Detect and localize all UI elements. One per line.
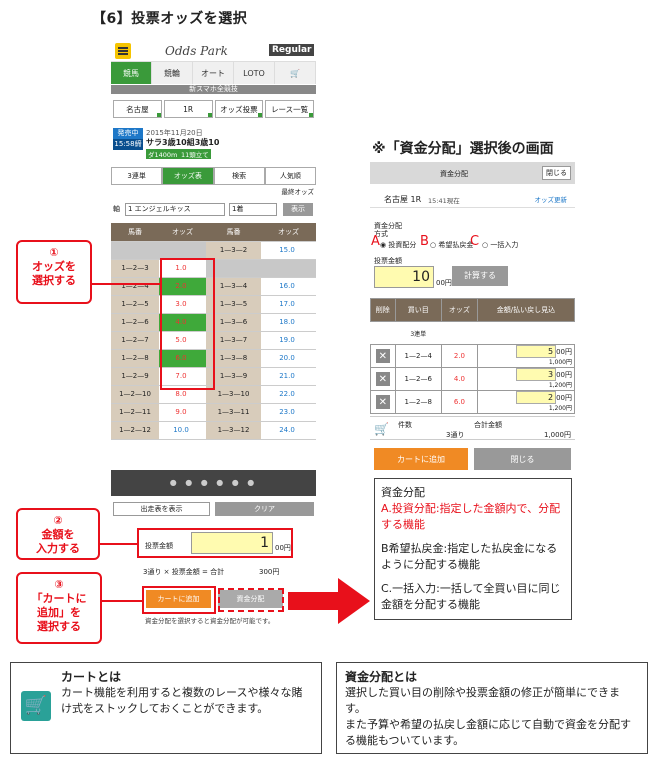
cart-icon: 🛒 (21, 691, 51, 721)
table-row: 1—2—12 10.0 1—3—12 24.0 (111, 421, 316, 440)
bets-table: 削除 買い目 オッズ 金額/払い戻し見込 3連単 ✕ 1—2—4 2.0 5 00円 1,000… (370, 298, 576, 414)
table-row: ✕ 1—2—4 2.0 5 00円 1,000円 (370, 344, 576, 368)
race-distance: ダ1400m (146, 149, 180, 159)
app-header: Odds Park Regular (111, 40, 316, 62)
tab-popular[interactable]: 人気順 (264, 167, 316, 185)
close-top-button[interactable]: 閉じる (542, 166, 571, 180)
tab-bettype[interactable]: 3連単 (111, 167, 163, 185)
odds-nav: 3連単 オッズ表 検索 人気順 (111, 167, 316, 185)
menu-icon[interactable] (115, 43, 131, 59)
bet-amount-input[interactable]: 2 (516, 391, 557, 404)
delete-icon[interactable]: ✕ (375, 349, 390, 363)
entries-button[interactable]: 出走表を表示 (113, 502, 210, 516)
distribution-explanation: 資金分配 A.投資分配:指定した金額内で、分配する機能 B希望払戻金:指定した払… (374, 478, 572, 620)
amount-highlight (137, 528, 293, 558)
show-button[interactable]: 表示 (283, 203, 313, 216)
dist-close-button[interactable]: 閉じる (474, 448, 571, 470)
nav-loto[interactable]: LOTO (234, 62, 275, 84)
radio-payout[interactable]: ○ 希望払戻金 (430, 240, 473, 250)
tab-race-list[interactable]: レース一覧 (265, 100, 314, 118)
connector-line (102, 600, 144, 602)
nav-keirin[interactable]: 競輪 (152, 62, 193, 84)
dist-add-cart-button[interactable]: カートに追加 (374, 448, 468, 470)
calculate-button[interactable]: 計算する (452, 266, 508, 286)
cart-note: 🛒 カートとは カート機能を利用すると複数のレースや様々な賭け式をストックしてお… (10, 662, 322, 754)
distribute-highlight (218, 588, 284, 612)
callout-add-cart: ③ 「カートに 追加」を 選択する (16, 572, 102, 644)
bet-amount-input[interactable]: 3 (516, 368, 557, 381)
app-logo: Odds Park (165, 44, 228, 58)
dist-amount-input[interactable]: 10 (374, 266, 434, 288)
connector-line (100, 543, 138, 545)
radio-bulk[interactable]: ○ 一括入力 (482, 240, 518, 250)
table-row: 1—3—2 15.0 (111, 241, 316, 260)
dist-race-bar: 名古屋 1R 15:41現在 オッズ更新 (370, 188, 575, 208)
amount-unit: 00円 (436, 279, 452, 287)
callout-select-odds: ① オッズを 選択する (16, 240, 92, 304)
race-tabs: 名古屋 1R オッズ投票 レース一覧 (113, 100, 314, 118)
summary-bar: 🛒 件数 3通り 合計金額 1,000円 (370, 416, 575, 440)
dist-header: 資金分配 閉じる (370, 162, 575, 184)
delete-icon[interactable]: ✕ (375, 395, 390, 409)
tab-race[interactable]: 1R (163, 100, 213, 118)
arrow-right-icon (288, 578, 370, 624)
position-select[interactable]: 1着 (229, 203, 277, 216)
total-value: 300円 (259, 568, 280, 576)
final-odds-label: 最終オッズ (281, 188, 315, 196)
callout-enter-amount: ② 金額を 入力する (16, 508, 100, 560)
race-count: 11頭立て (179, 149, 211, 159)
cart-icon: 🛒 (374, 422, 389, 436)
tab-venue[interactable]: 名古屋 (113, 100, 162, 118)
table-row: 1—2—11 9.0 1—3—11 23.0 (111, 403, 316, 422)
distribution-note: 資金分配とは 選択した買い目の削除や投票金額の修正が簡単にできます。 また予算や… (336, 662, 648, 754)
bet-amount-input[interactable]: 5 (516, 345, 557, 358)
plan-badge: Regular (269, 44, 315, 56)
nav-auto[interactable]: オート (193, 62, 234, 84)
sale-badge: 発売中 15:58締 (113, 128, 143, 150)
radio-invest[interactable]: ◉ 投資配分 (380, 240, 416, 250)
tab-odds-vote[interactable]: オッズ投票 (214, 100, 264, 118)
nav-keiba[interactable]: 競馬 (111, 62, 152, 84)
race-name: サラ3歳10組3歳10 (146, 138, 220, 147)
table-row: ✕ 1—2—6 4.0 3 00円 1,200円 (370, 367, 576, 391)
sport-nav: 競馬 競輪 オート LOTO 🛒 (111, 62, 316, 84)
tab-search[interactable]: 検索 (213, 167, 265, 185)
phone-screen-distribution: 資金分配 閉じる 名古屋 1R 15:41現在 オッズ更新 資金分配 方式 A … (370, 162, 576, 474)
distribute-note: 資金分配を選択すると資金分配が可能です。 (145, 617, 275, 625)
axis-select[interactable]: 1 エンジェルキッス (125, 203, 225, 216)
pager-dots[interactable]: ● ● ● ● ● ● (111, 470, 316, 496)
table-row: ✕ 1—2—8 6.0 2 00円 1,200円 (370, 390, 576, 414)
after-heading: ※「資金分配」選択後の画面 (372, 141, 554, 157)
delete-icon[interactable]: ✕ (375, 372, 390, 386)
step-heading: 【6】投票オッズを選択 (92, 11, 248, 27)
cart-highlight (142, 586, 216, 614)
clear-button[interactable]: クリア (215, 502, 314, 516)
race-info: 発売中 15:58締 2015年11月20日 サラ3歳10組3歳10 ダ1400m… (113, 128, 313, 159)
tab-odds-table[interactable]: オッズ表 (162, 167, 214, 185)
axis-label: 軸 (113, 205, 120, 213)
cart-icon[interactable]: 🛒 (275, 62, 316, 84)
connector-line (90, 283, 162, 285)
update-odds-link[interactable]: オッズ更新 (535, 194, 568, 204)
promo-banner[interactable]: 新スマホ全競技 (111, 85, 316, 94)
method-radios: A ◉ 投資配分 B ○ 希望払戻金 C ○ 一括入力 (371, 234, 519, 250)
odds-highlight (160, 258, 215, 390)
formula-text: 3通り × 投票金額 = 合計 (143, 568, 225, 576)
amount-label: 投票金額 (374, 257, 402, 265)
